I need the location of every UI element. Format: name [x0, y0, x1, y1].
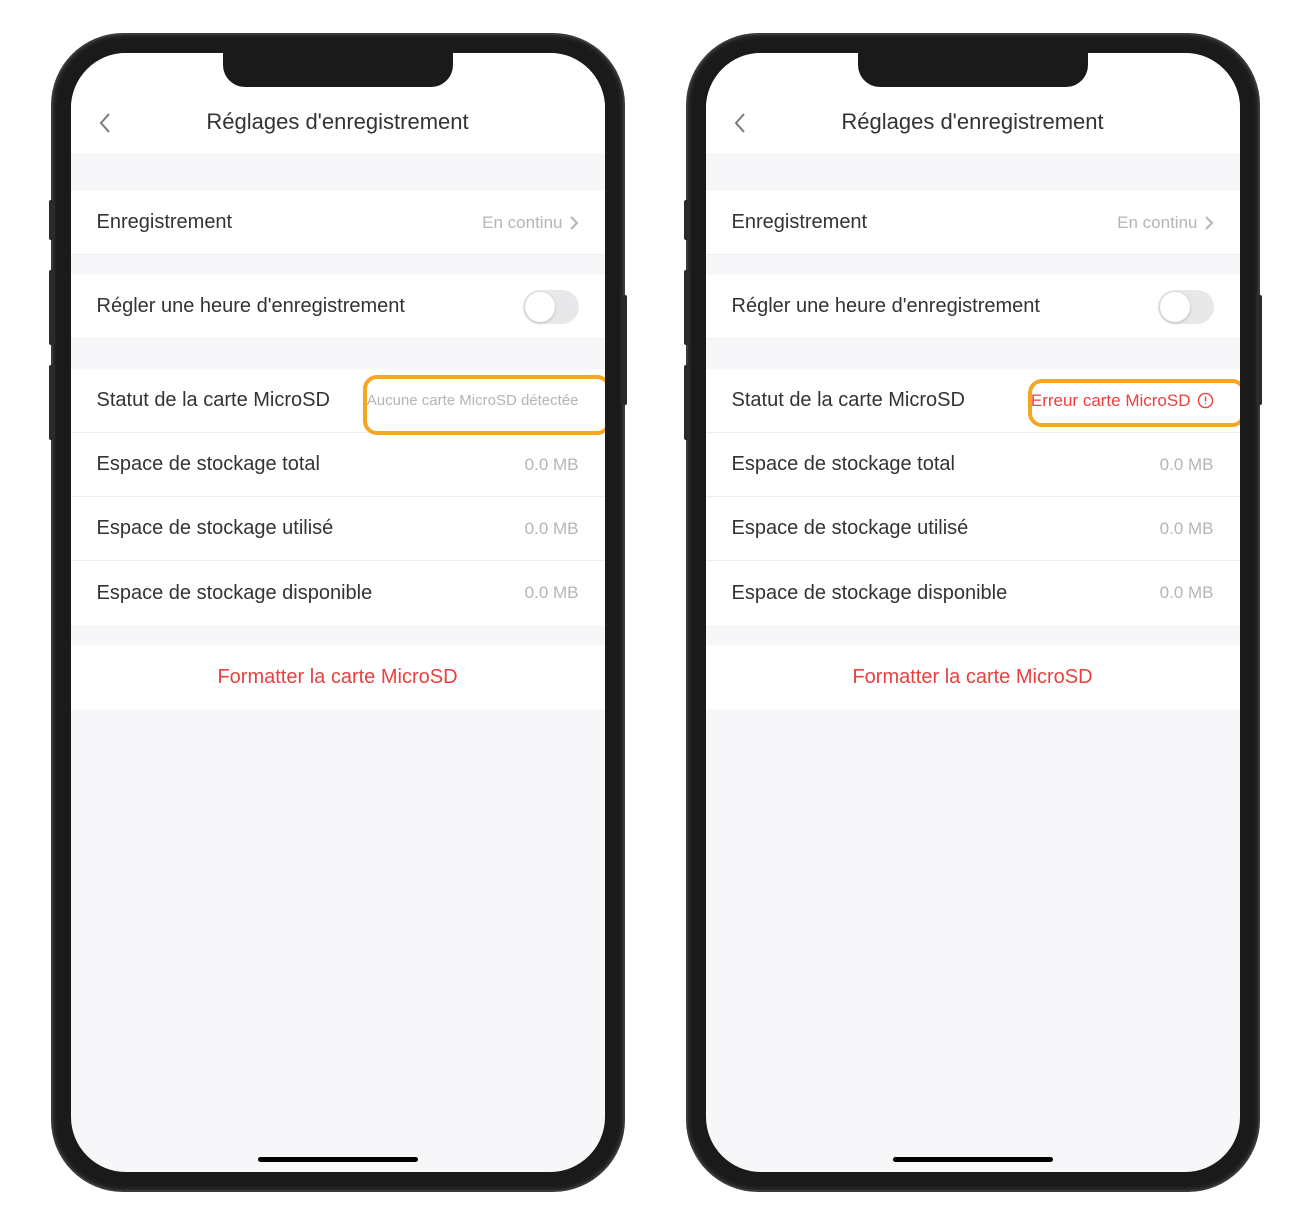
storage-used-label: Espace de stockage utilisé [97, 517, 334, 540]
storage-free-value: 0.0 MB [525, 583, 579, 603]
alert-icon [1197, 392, 1214, 409]
toggle-knob [1160, 292, 1190, 322]
section-gap [706, 255, 1240, 275]
schedule-toggle[interactable] [523, 290, 579, 324]
back-button[interactable] [93, 111, 117, 135]
section-gap [71, 255, 605, 275]
format-label: Formatter la carte MicroSD [217, 666, 457, 689]
storage-used-value: 0.0 MB [525, 519, 579, 539]
home-indicator[interactable] [258, 1157, 418, 1162]
recording-row[interactable]: Enregistrement En continu [706, 191, 1240, 255]
side-button [49, 200, 55, 240]
storage-total-row: Espace de stockage total 0.0 MB [71, 433, 605, 497]
sd-status-row: Statut de la carte MicroSD Aucune carte … [71, 369, 605, 433]
section-gap [706, 625, 1240, 645]
schedule-row: Régler une heure d'enregistrement [706, 275, 1240, 339]
storage-free-row: Espace de stockage disponible 0.0 MB [71, 561, 605, 625]
section-gap [706, 339, 1240, 369]
storage-total-label: Espace de stockage total [732, 453, 955, 476]
sd-status-value: Aucune carte MicroSD détectée [367, 392, 579, 409]
storage-free-row: Espace de stockage disponible 0.0 MB [706, 561, 1240, 625]
storage-free-label: Espace de stockage disponible [732, 582, 1008, 605]
toggle-knob [525, 292, 555, 322]
phone-frame: Réglages d'enregistrement Enregistrement… [53, 35, 623, 1190]
format-button[interactable]: Formatter la carte MicroSD [706, 645, 1240, 709]
schedule-label: Régler une heure d'enregistrement [732, 295, 1040, 318]
side-button [49, 270, 55, 345]
notch [223, 53, 453, 87]
notch [858, 53, 1088, 87]
sd-status-label: Statut de la carte MicroSD [732, 389, 965, 412]
back-button[interactable] [728, 111, 752, 135]
page-title: Réglages d'enregistrement [841, 109, 1103, 135]
chevron-left-icon [733, 112, 747, 134]
storage-group: Statut de la carte MicroSD Aucune carte … [71, 369, 605, 625]
storage-free-label: Espace de stockage disponible [97, 582, 373, 605]
storage-used-row: Espace de stockage utilisé 0.0 MB [71, 497, 605, 561]
recording-row[interactable]: Enregistrement En continu [71, 191, 605, 255]
storage-total-row: Espace de stockage total 0.0 MB [706, 433, 1240, 497]
recording-label: Enregistrement [732, 211, 868, 234]
side-button [49, 365, 55, 440]
phone-frame: Réglages d'enregistrement Enregistrement… [688, 35, 1258, 1190]
sd-status-value-text: Erreur carte MicroSD [1031, 391, 1191, 411]
chevron-right-icon [1204, 215, 1214, 231]
page-title: Réglages d'enregistrement [206, 109, 468, 135]
storage-used-value: 0.0 MB [1160, 519, 1214, 539]
home-indicator[interactable] [893, 1157, 1053, 1162]
storage-total-label: Espace de stockage total [97, 453, 320, 476]
section-gap [71, 625, 605, 645]
recording-value: En continu [482, 213, 578, 233]
storage-group: Statut de la carte MicroSD Erreur carte … [706, 369, 1240, 625]
sd-status-label: Statut de la carte MicroSD [97, 389, 330, 412]
schedule-row: Régler une heure d'enregistrement [71, 275, 605, 339]
schedule-toggle[interactable] [1158, 290, 1214, 324]
section-gap [706, 153, 1240, 191]
sd-status-value-error: Erreur carte MicroSD [1031, 391, 1214, 411]
recording-label: Enregistrement [97, 211, 233, 234]
format-button[interactable]: Formatter la carte MicroSD [71, 645, 605, 709]
recording-value-text: En continu [1117, 213, 1197, 233]
side-button [684, 365, 690, 440]
storage-total-value: 0.0 MB [1160, 455, 1214, 475]
chevron-left-icon [98, 112, 112, 134]
recording-value: En continu [1117, 213, 1213, 233]
side-button [1256, 295, 1262, 405]
storage-used-label: Espace de stockage utilisé [732, 517, 969, 540]
storage-used-row: Espace de stockage utilisé 0.0 MB [706, 497, 1240, 561]
storage-free-value: 0.0 MB [1160, 583, 1214, 603]
format-label: Formatter la carte MicroSD [852, 666, 1092, 689]
sd-status-row: Statut de la carte MicroSD Erreur carte … [706, 369, 1240, 433]
screen: Réglages d'enregistrement Enregistrement… [706, 53, 1240, 1172]
screen: Réglages d'enregistrement Enregistrement… [71, 53, 605, 1172]
side-button [684, 200, 690, 240]
section-gap [71, 153, 605, 191]
section-gap [71, 339, 605, 369]
storage-total-value: 0.0 MB [525, 455, 579, 475]
side-button [684, 270, 690, 345]
chevron-right-icon [569, 215, 579, 231]
side-button [621, 295, 627, 405]
recording-value-text: En continu [482, 213, 562, 233]
schedule-label: Régler une heure d'enregistrement [97, 295, 405, 318]
